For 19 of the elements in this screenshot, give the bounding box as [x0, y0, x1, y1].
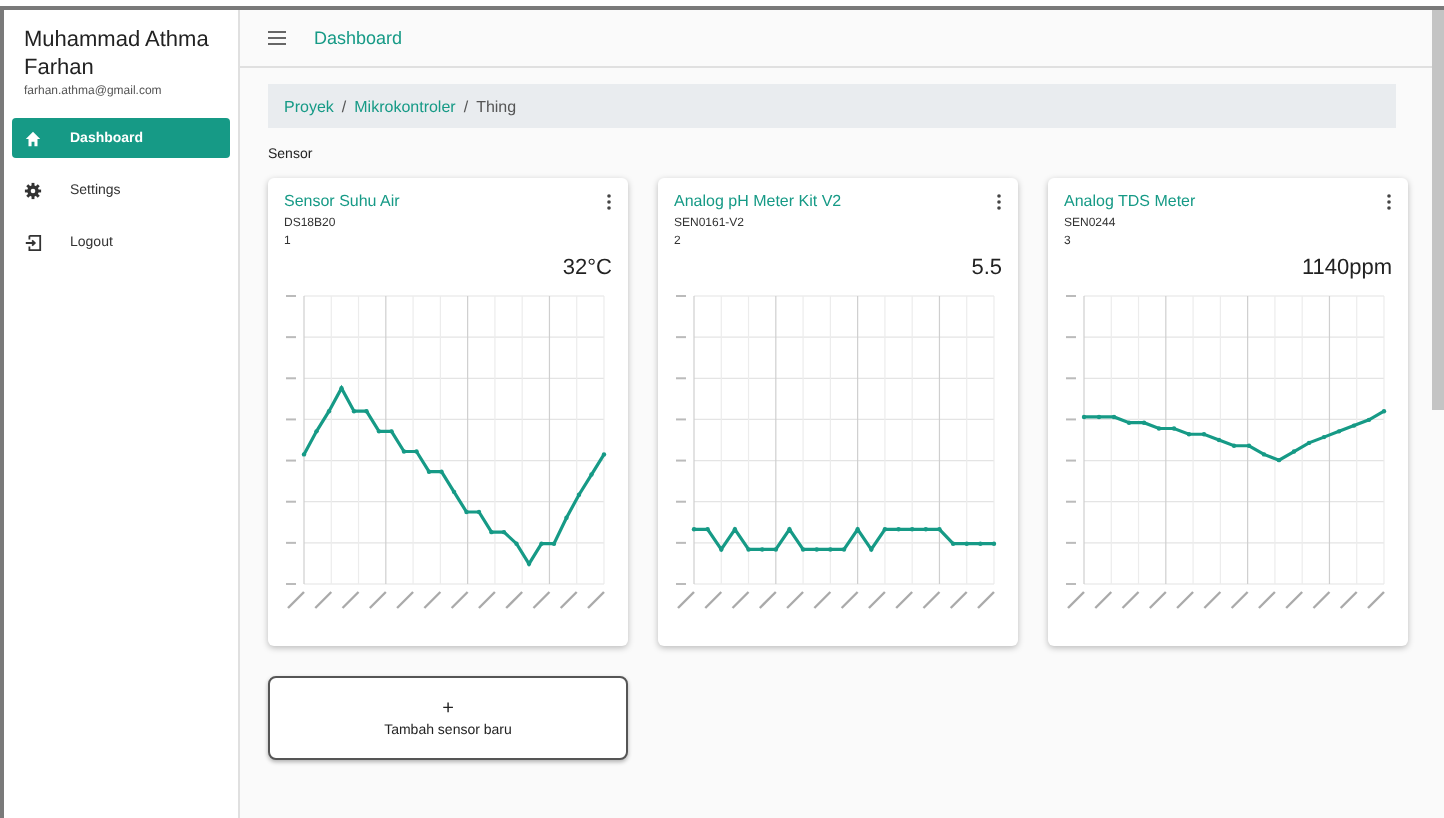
sensor-reading: 5.5 — [971, 256, 1002, 280]
page-title: Dashboard — [314, 28, 403, 48]
home-icon — [24, 129, 42, 147]
logout-icon — [24, 233, 42, 251]
sensor-title: Sensor Suhu Air — [284, 192, 400, 210]
scrollbar[interactable] — [1432, 10, 1444, 410]
more-options-icon[interactable] — [996, 193, 1002, 209]
breadcrumb-separator: / — [341, 97, 347, 115]
sensor-reading: 1140ppm — [1301, 256, 1392, 280]
menu-icon[interactable] — [268, 30, 286, 46]
more-options-icon[interactable] — [1386, 193, 1392, 209]
settings-icon — [24, 181, 42, 199]
sensor-title: Analog pH Meter Kit V2 — [674, 192, 842, 210]
more-options-icon[interactable] — [606, 193, 612, 209]
sensor-reading: 32°C — [562, 256, 612, 280]
user-name: Muhammad Athma Farhan — [22, 26, 211, 82]
breadcrumb-current: Thing — [476, 97, 517, 115]
breadcrumb-separator: / — [463, 97, 469, 115]
sensor-title: Analog TDS Meter — [1064, 192, 1196, 210]
